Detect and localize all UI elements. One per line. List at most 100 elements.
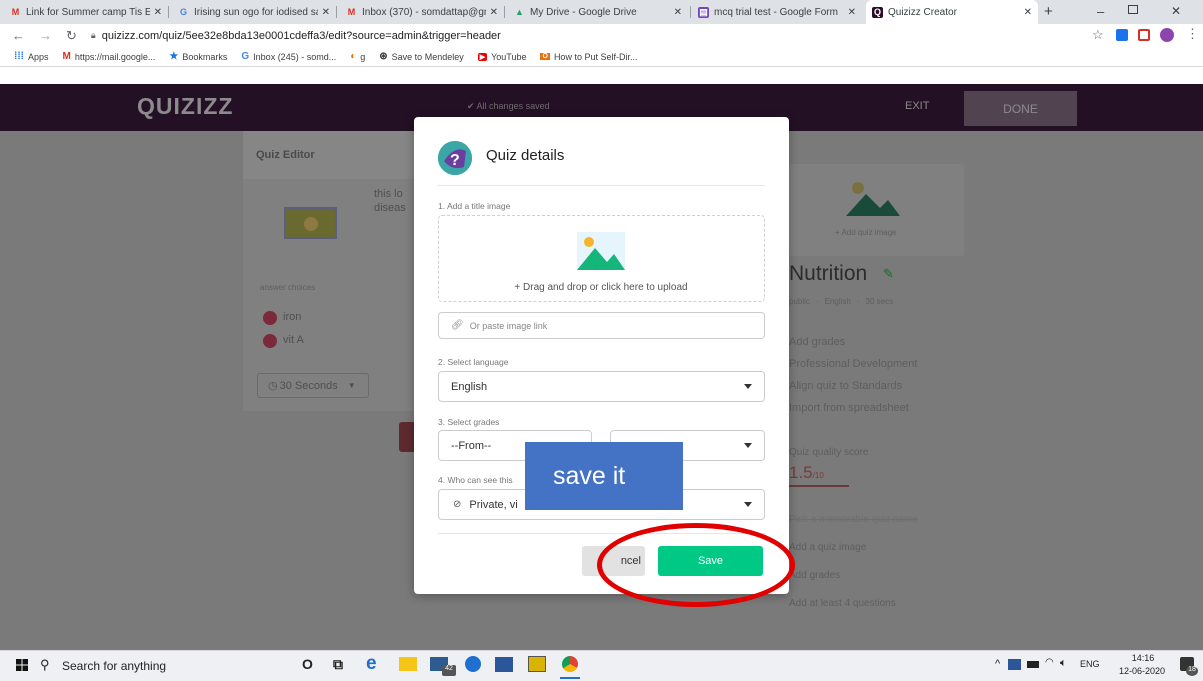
meta-dot: ·: [856, 297, 860, 306]
browser-tab[interactable]: ▲ My Drive - Google Drive ✕: [508, 0, 688, 24]
bookmark-g[interactable]: ◐ g: [350, 51, 365, 62]
question-text: this lo: [374, 188, 403, 200]
close-tab-icon[interactable]: ✕: [154, 7, 162, 18]
close-tab-icon[interactable]: ✕: [848, 7, 856, 18]
pocket-extension-icon[interactable]: [1138, 29, 1150, 41]
taskbar-search-box[interactable]: Search for anything: [62, 659, 166, 673]
app-icon[interactable]: [465, 656, 481, 672]
back-icon[interactable]: ←: [12, 28, 25, 43]
bookmark-apps[interactable]: ⁞⁞⁞ Apps: [14, 51, 49, 62]
bookmark-label: Inbox (245) - somd...: [253, 51, 337, 62]
upload-text: + Drag and drop or click here to upload: [514, 282, 688, 293]
language-select[interactable]: English: [438, 371, 765, 402]
tab-separator: [504, 6, 505, 18]
import-spreadsheet-option[interactable]: Import from spreadsheet: [789, 397, 917, 419]
bookmark-mendeley[interactable]: ⊛ Save to Mendeley: [379, 51, 463, 62]
quality-score: 1.5/10: [789, 463, 824, 483]
volume-icon[interactable]: 🔈︎: [1060, 657, 1067, 670]
extension-icon[interactable]: [1116, 29, 1128, 41]
step-grades: 3. Select grades: [438, 417, 500, 427]
gmail-icon: M: [62, 51, 71, 62]
chrome-icon[interactable]: [562, 656, 578, 672]
add-grades-option[interactable]: Add grades: [789, 331, 917, 353]
maximize-icon[interactable]: [1128, 5, 1138, 14]
close-tab-icon[interactable]: ✕: [1024, 7, 1032, 18]
paint-icon[interactable]: [528, 656, 546, 672]
clock-time[interactable]: 14:16: [1118, 653, 1168, 663]
notification-count: 18: [1186, 666, 1198, 676]
file-explorer-icon[interactable]: [399, 657, 417, 671]
tab-title: Inbox (370) - somdattap@gm: [362, 6, 486, 18]
language-indicator[interactable]: ENG: [1080, 659, 1100, 669]
image-placeholder-icon: [846, 180, 900, 216]
add-quiz-image-link[interactable]: + Add quiz image: [835, 228, 897, 237]
bookmark-label: https://mail.google...: [74, 51, 156, 62]
cortana-icon[interactable]: O: [302, 656, 313, 672]
url-text[interactable]: quizizz.com/quiz/5ee32e8bda13e0001cdeffa…: [102, 30, 501, 42]
pencil-edit-icon[interactable]: ✎: [883, 266, 894, 282]
quality-score-label: Quiz quality score: [789, 447, 869, 458]
bookmark-label: Save to Mendeley: [391, 51, 464, 62]
bookmark-inbox[interactable]: G Inbox (245) - somd...: [241, 51, 336, 62]
delete-question-button[interactable]: [399, 422, 414, 452]
browser-tab[interactable]: G Irising sun ogo for iodised sa ✕: [172, 0, 336, 24]
page-gap: [0, 67, 1203, 84]
incorrect-answer-icon: [263, 311, 277, 325]
browser-tab[interactable]: ▤ mcq trial test - Google Form ✕: [692, 0, 862, 24]
meta-language: English: [824, 297, 851, 306]
reload-icon[interactable]: ↻: [66, 28, 77, 44]
clock-icon: ◷: [268, 380, 278, 392]
battery-icon[interactable]: [1027, 661, 1039, 668]
browser-tab-active[interactable]: Q Quizizz Creator ✕: [866, 0, 1038, 24]
browser-tab[interactable]: M Inbox (370) - somdattap@gm ✕: [340, 0, 504, 24]
forward-icon[interactable]: →: [39, 28, 52, 43]
bookmark-bookmarks[interactable]: ★ Bookmarks: [169, 51, 227, 62]
close-tab-icon[interactable]: ✕: [490, 7, 498, 18]
quizizz-logo[interactable]: QUIZIZZ: [137, 93, 233, 120]
wifi-icon[interactable]: ◠: [1045, 657, 1054, 668]
minimize-icon[interactable]: –: [1097, 4, 1104, 19]
exit-button[interactable]: EXIT: [905, 100, 929, 112]
browser-menu-icon[interactable]: ⋮: [1186, 26, 1199, 42]
word-icon[interactable]: [495, 657, 513, 672]
close-window-icon[interactable]: ✕: [1171, 4, 1181, 18]
quality-score-max: /10: [812, 471, 824, 480]
quiz-editor-title: Quiz Editor: [256, 149, 315, 161]
close-tab-icon[interactable]: ✕: [674, 7, 682, 18]
clock-date[interactable]: 12-06-2020: [1114, 666, 1170, 676]
task-view-icon[interactable]: ⧉: [333, 656, 343, 673]
professional-development-option[interactable]: Professional Development: [789, 353, 917, 375]
modal-title: Quiz details: [486, 147, 565, 164]
bookmark-gmail[interactable]: Mhttps://mail.google...: [63, 51, 156, 62]
paste-image-link-input[interactable]: 🔗︎ Or paste image link: [438, 312, 765, 339]
timer-value: 30 Seconds: [279, 379, 338, 392]
image-dropzone[interactable]: + Drag and drop or click here to upload: [438, 215, 765, 302]
tray-chevron-icon[interactable]: ^: [995, 658, 1000, 670]
colorful-icon: ◐: [350, 51, 357, 62]
bookmarks-bar: ⁞⁞⁞ Apps Mhttps://mail.google... ★ Bookmar…: [0, 47, 1203, 67]
tray-app-icon[interactable]: [1008, 659, 1021, 670]
new-tab-icon[interactable]: +: [1044, 3, 1053, 20]
align-standards-option[interactable]: Align quiz to Standards: [789, 375, 917, 397]
answer-choice: vit A: [283, 334, 304, 346]
quiz-name: Nutrition: [789, 262, 868, 285]
question-image: [284, 207, 337, 239]
close-tab-icon[interactable]: ✕: [322, 7, 330, 18]
youtube-icon: ▶: [477, 52, 488, 61]
done-button[interactable]: DONE: [964, 91, 1077, 126]
search-icon: ⚲: [40, 657, 50, 672]
saved-status: ✔ All changes saved: [467, 101, 550, 111]
edge-icon[interactable]: e: [366, 653, 377, 675]
browser-tab[interactable]: M Link for Summer camp Tis Ec ✕: [4, 0, 168, 24]
chevron-down-icon: [744, 443, 752, 448]
windows-taskbar: [0, 650, 1203, 681]
bookmark-label: How to Put Self-Dir...: [553, 51, 638, 62]
bookmark-howto[interactable]: O How to Put Self-Dir...: [540, 52, 637, 62]
bookmark-youtube[interactable]: ▶ YouTube: [477, 52, 526, 62]
lock-icon: 🔒︎: [90, 30, 96, 40]
bookmark-star-icon[interactable]: ☆: [1092, 27, 1104, 43]
windows-start-icon[interactable]: [16, 659, 28, 671]
profile-avatar[interactable]: [1160, 28, 1174, 42]
chevron-down-icon: [744, 384, 752, 389]
timer-dropdown[interactable]: ◷ 30 Seconds ▼: [257, 373, 369, 398]
